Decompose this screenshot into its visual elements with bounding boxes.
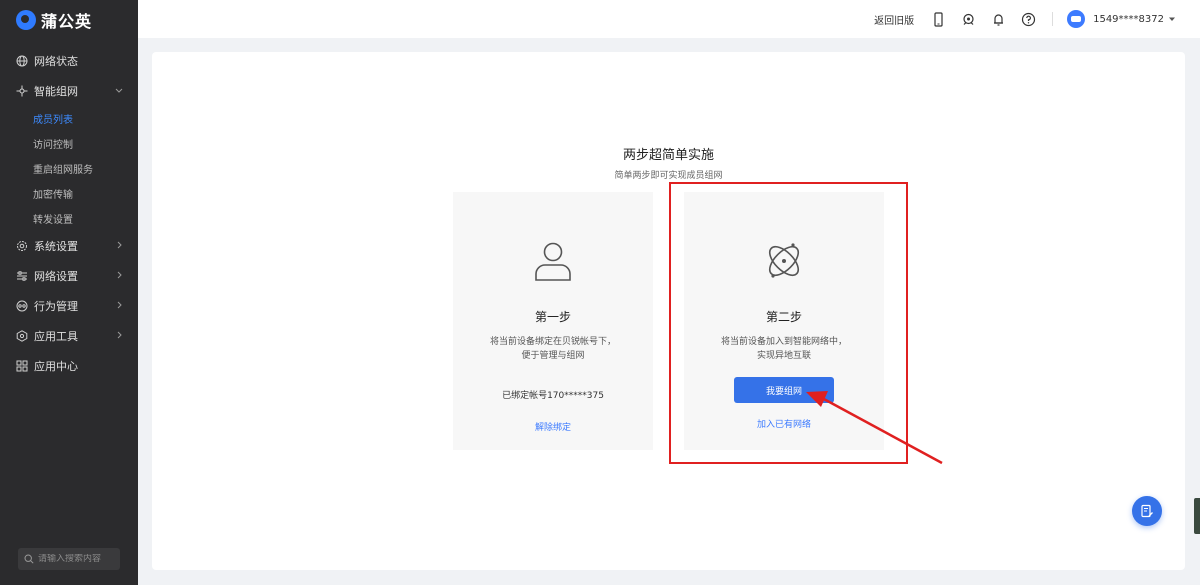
sidebar: 蒲公英 网络状态 智能组网 成员列表 访问控制 重启组网服务 加密传输 转发设置… [0, 0, 138, 585]
side-feedback-tab[interactable] [1194, 498, 1200, 534]
step1-desc-line2: 便于管理与组网 [521, 351, 585, 361]
top-bar: 返回旧版 1549****8372 [138, 0, 1200, 38]
username[interactable]: 1549****8372 [1093, 14, 1164, 25]
robot-icon[interactable] [960, 11, 976, 27]
annotation-highlight-box [669, 182, 908, 464]
floating-edit-button[interactable] [1132, 496, 1162, 526]
sidebar-item-app-center[interactable]: 应用中心 [0, 351, 138, 381]
search-input[interactable] [38, 554, 118, 564]
sidebar-item-label: 应用工具 [34, 330, 78, 343]
chevron-right-icon [117, 331, 122, 339]
bound-account-text: 已绑定帐号170*****375 [502, 391, 604, 401]
logo-text: 蒲公英 [41, 12, 93, 31]
avatar[interactable] [1067, 10, 1086, 28]
sidebar-subitem-forward-settings[interactable]: 转发设置 [0, 206, 138, 231]
user-icon [535, 242, 571, 281]
help-icon[interactable] [1020, 11, 1036, 27]
sidebar-item-label: 智能组网 [34, 85, 78, 98]
sidebar-search[interactable] [18, 548, 120, 570]
logo[interactable]: 蒲公英 [0, 0, 138, 40]
page-title: 两步超简单实施 [622, 148, 714, 163]
globe-icon [16, 55, 28, 67]
sidebar-item-label: 网络设置 [34, 270, 78, 283]
sidebar-item-label: 应用中心 [34, 360, 78, 373]
chevron-down-icon [115, 88, 123, 93]
step1-title: 第一步 [534, 310, 571, 324]
phone-icon[interactable] [930, 11, 946, 27]
chevron-right-icon [117, 271, 122, 279]
caret-down-icon[interactable] [1168, 15, 1176, 23]
sidebar-item-app-tools[interactable]: 应用工具 [0, 321, 138, 351]
chevron-right-icon [117, 301, 122, 309]
sidebar-subitem-member-list[interactable]: 成员列表 [0, 106, 138, 131]
sliders-icon [16, 270, 28, 282]
sidebar-item-smart-networking[interactable]: 智能组网 [0, 76, 138, 106]
search-icon [24, 554, 34, 564]
page-subtitle: 简单两步即可实现成员组网 [614, 171, 723, 181]
back-to-old-version-link[interactable]: 返回旧版 [874, 12, 914, 27]
chevron-right-icon [117, 241, 122, 249]
sidebar-item-label: 系统设置 [34, 240, 78, 253]
document-edit-icon [1141, 504, 1153, 518]
divider [1052, 12, 1054, 26]
sidebar-item-network-settings[interactable]: 网络设置 [0, 261, 138, 291]
bell-icon[interactable] [990, 11, 1006, 27]
sidebar-item-system-settings[interactable]: 系统设置 [0, 231, 138, 261]
sidebar-subitem-access-control[interactable]: 访问控制 [0, 131, 138, 156]
behavior-icon [16, 300, 28, 312]
apps-icon [16, 360, 28, 372]
gear-icon [16, 240, 28, 252]
sidebar-item-label: 网络状态 [34, 55, 78, 68]
sidebar-subitem-encrypted-transfer[interactable]: 加密传输 [0, 181, 138, 206]
step1-desc-line1: 将当前设备绑定在贝锐帐号下， [489, 337, 616, 347]
sidebar-subitem-restart-service[interactable]: 重启组网服务 [0, 156, 138, 181]
dandelion-logo-icon [16, 10, 36, 30]
unbind-link[interactable]: 解除绑定 [453, 420, 653, 433]
sidebar-item-network-status[interactable]: 网络状态 [0, 46, 138, 76]
sidebar-item-behavior-management[interactable]: 行为管理 [0, 291, 138, 321]
network-icon [16, 85, 28, 97]
tools-icon [16, 330, 28, 342]
sidebar-nav: 网络状态 智能组网 成员列表 访问控制 重启组网服务 加密传输 转发设置 系统设… [0, 46, 138, 381]
step1-description: 将当前设备绑定在贝锐帐号下， 便于管理与组网 [453, 335, 653, 363]
step1-card: 第一步 将当前设备绑定在贝锐帐号下， 便于管理与组网 已绑定帐号170*****… [453, 192, 653, 450]
sidebar-item-label: 行为管理 [34, 300, 78, 313]
